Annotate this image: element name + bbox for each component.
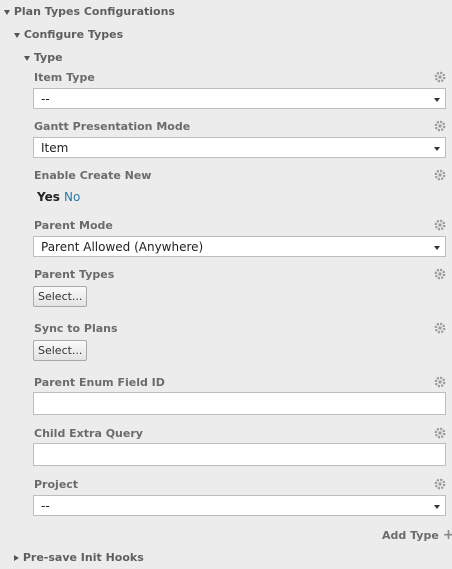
chevron-down-icon (434, 505, 440, 509)
sync-plans-select-button[interactable]: Select... (33, 340, 88, 361)
chevron-down-icon (434, 147, 440, 151)
chevron-down-icon (434, 98, 440, 102)
type-toggle[interactable]: Type (24, 51, 63, 64)
triangle-down-icon (14, 32, 20, 38)
gear-icon[interactable] (434, 219, 446, 231)
plan-types-config-toggle[interactable]: Plan Types Configurations (4, 5, 175, 18)
add-type-label: Add Type (382, 529, 439, 542)
project-value: -- (41, 499, 50, 513)
gear-icon[interactable] (434, 71, 446, 83)
enable-create-yes[interactable]: Yes (37, 190, 60, 204)
child-query-label: Child Extra Query (34, 427, 143, 440)
gear-icon[interactable] (434, 427, 446, 439)
gear-icon[interactable] (434, 268, 446, 280)
gear-icon[interactable] (434, 120, 446, 132)
pre-save-hooks-label: Pre-save Init Hooks (22, 551, 144, 564)
pre-save-hooks-toggle[interactable]: Pre-save Init Hooks (14, 551, 144, 564)
configure-types-toggle[interactable]: Configure Types (14, 28, 123, 41)
parent-types-select-button[interactable]: Select... (33, 286, 88, 307)
triangle-right-icon (14, 555, 19, 561)
sync-plans-label: Sync to Plans (34, 322, 118, 335)
item-type-select[interactable]: -- (33, 88, 446, 109)
project-label: Project (34, 478, 79, 491)
gear-icon[interactable] (434, 478, 446, 490)
gear-icon[interactable] (434, 169, 446, 181)
configure-types-label: Configure Types (23, 28, 124, 41)
item-type-value: -- (41, 92, 50, 106)
project-select[interactable]: -- (33, 495, 446, 516)
gantt-mode-select[interactable]: Item (33, 137, 446, 158)
add-type-button[interactable]: Add Type + (382, 527, 452, 543)
parent-mode-value: Parent Allowed (Anywhere) (41, 240, 204, 254)
item-type-label: Item Type (34, 71, 95, 84)
enable-create-label: Enable Create New (34, 169, 152, 182)
plus-icon: + (442, 527, 452, 543)
triangle-down-icon (4, 9, 10, 15)
type-label: Type (33, 51, 63, 64)
gantt-mode-label: Gantt Presentation Mode (34, 120, 191, 133)
parent-enum-input[interactable] (33, 392, 446, 415)
parent-mode-label: Parent Mode (34, 219, 113, 232)
triangle-down-icon (24, 55, 30, 61)
chevron-down-icon (434, 246, 440, 250)
parent-enum-label: Parent Enum Field ID (34, 376, 165, 389)
child-query-input[interactable] (33, 443, 446, 466)
enable-create-no[interactable]: No (64, 190, 80, 204)
plan-types-config-label: Plan Types Configurations (13, 5, 175, 18)
gantt-mode-value: Item (41, 141, 69, 155)
parent-types-label: Parent Types (34, 268, 115, 281)
gear-icon[interactable] (434, 322, 446, 334)
gear-icon[interactable] (434, 376, 446, 388)
parent-mode-select[interactable]: Parent Allowed (Anywhere) (33, 236, 446, 257)
